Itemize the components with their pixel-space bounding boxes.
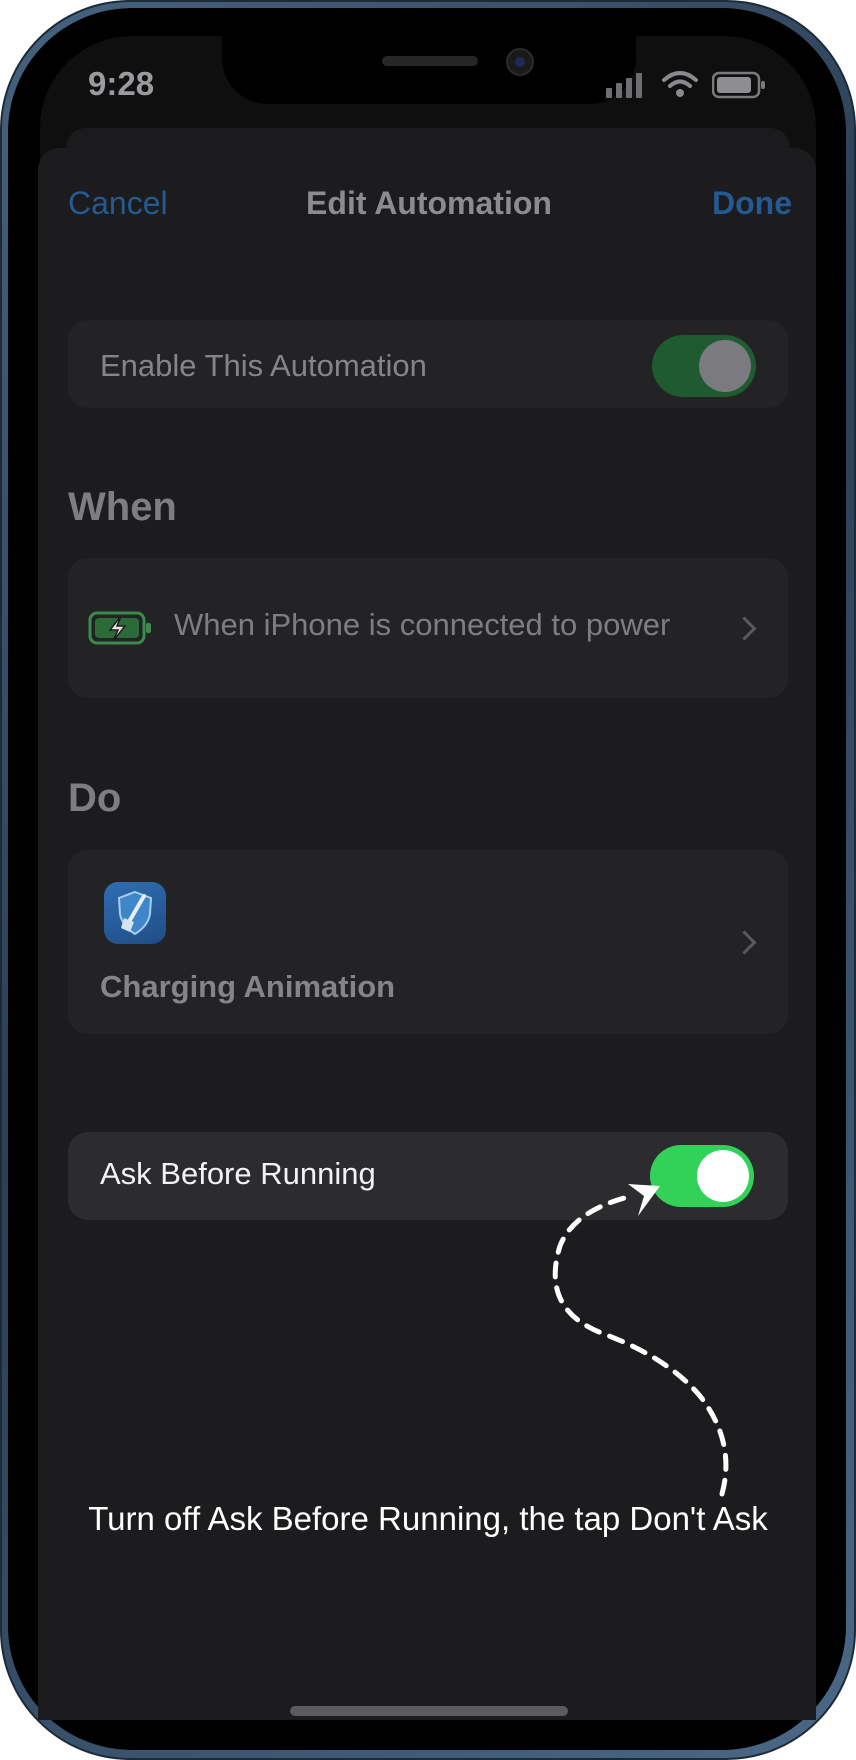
instruction-caption: Turn off Ask Before Running, the tap Don… xyxy=(88,1500,768,1537)
battery-icon xyxy=(712,71,765,99)
page-title: Edit Automation xyxy=(306,185,552,221)
status-time: 9:28 xyxy=(88,65,155,102)
cellular-signal-icon xyxy=(606,73,642,98)
charging-battery-icon xyxy=(88,611,151,645)
toggle-knob xyxy=(699,340,751,392)
enable-automation-toggle[interactable] xyxy=(652,335,756,397)
do-heading: Do xyxy=(68,776,122,820)
speaker-grille xyxy=(382,56,478,66)
enable-automation-label: Enable This Automation xyxy=(100,348,427,383)
ask-before-running-label: Ask Before Running xyxy=(100,1156,376,1191)
shield-broom-app-icon xyxy=(104,882,166,944)
wifi-icon xyxy=(662,71,698,97)
notch xyxy=(222,36,636,104)
when-heading: When xyxy=(68,485,177,529)
trigger-label: When iPhone is connected to power xyxy=(174,607,671,642)
done-button[interactable]: Done xyxy=(688,178,792,228)
home-indicator[interactable] xyxy=(290,1706,568,1716)
shield-icon xyxy=(117,890,153,936)
phone-mockup: 9:28 Cancel Edit Automation Done Enable … xyxy=(0,0,856,1760)
action-label: Charging Animation xyxy=(100,969,396,1004)
dashed-arrow-icon xyxy=(552,1184,729,1497)
cancel-button[interactable]: Cancel xyxy=(68,178,208,228)
front-camera xyxy=(506,48,534,76)
